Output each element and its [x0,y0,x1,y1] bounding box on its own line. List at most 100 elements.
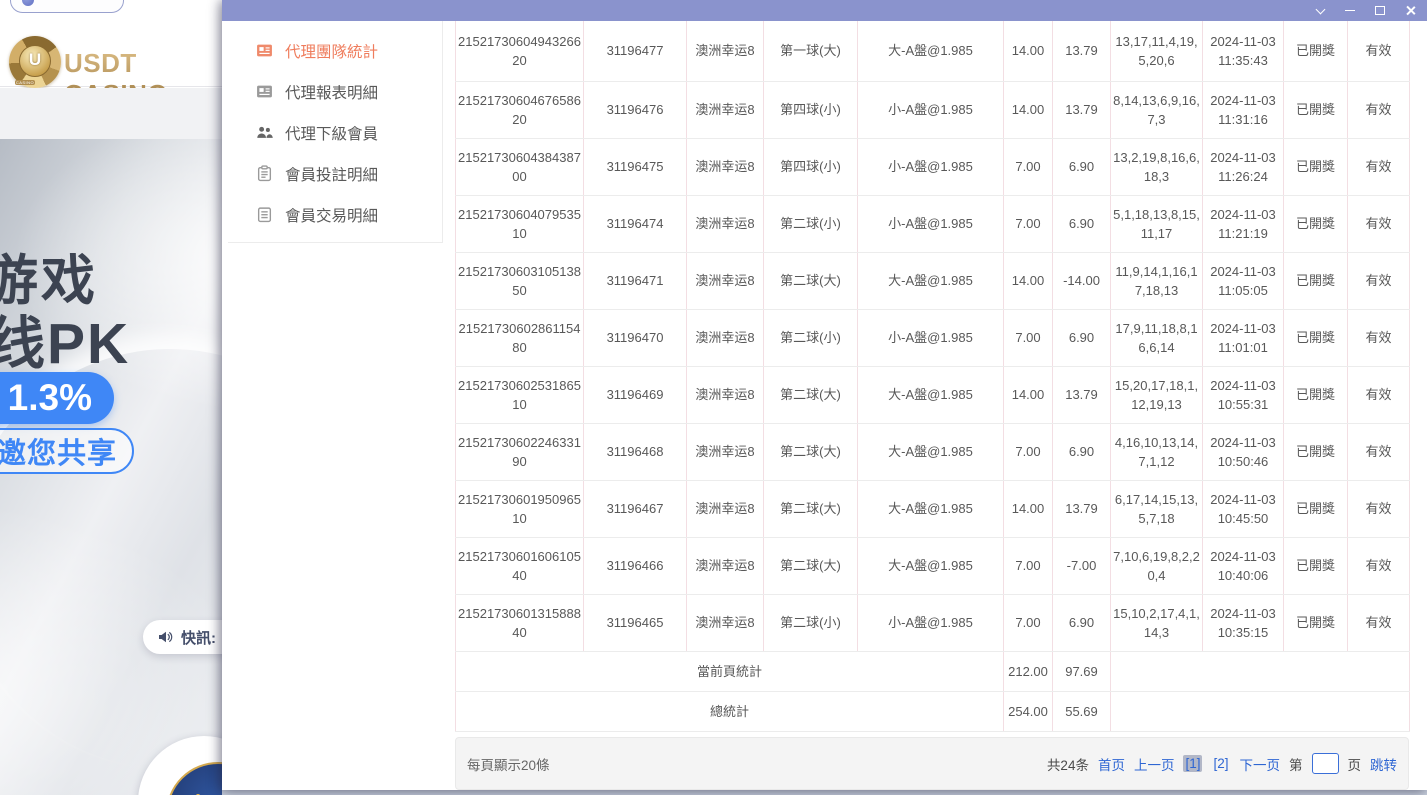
win-amount-cell: 13.79 [1052,21,1111,82]
bet-time-cell: 2024-11-03 11:21:19 [1202,195,1284,253]
play-type-cell: 第二球(大) [763,480,858,538]
game-name-cell: 澳洲幸运8 [686,537,764,595]
order-no-cell: 2152173060494326620 [455,21,584,82]
draw-status-cell: 已開獎 [1283,423,1348,481]
clipboard-icon [256,165,273,182]
member-id-cell: 31196467 [583,480,687,538]
draw-status-cell: 已開獎 [1283,252,1348,310]
win-amount-cell: 6.90 [1052,138,1111,196]
game-name-cell: 澳洲幸运8 [686,195,764,253]
table-row: 2152173060407953510 31196474 澳洲幸运8 第二球(小) 小-… [455,195,1410,253]
coin-inner: U [19,45,51,77]
member-id-cell: 31196471 [583,252,687,310]
page-jump-input[interactable] [1311,753,1339,774]
chevron-down-icon[interactable] [1309,0,1331,21]
game-name-cell: 澳洲幸运8 [686,252,764,310]
bet-amount-cell: 7.00 [1003,423,1053,481]
bet-content-cell: 小-A盤@1.985 [857,309,1004,367]
win-amount-cell: -7.00 [1052,537,1111,595]
bet-table-body: 2152173060494326620 31196477 澳洲幸运8 第一球(大) 大-… [455,21,1410,652]
sidebar-item-member-transaction-detail[interactable]: 會員交易明細 [228,194,442,235]
bet-content-cell: 大-A盤@1.985 [857,423,1004,481]
valid-status-cell: 有效 [1347,138,1410,196]
game-name-cell: 澳洲幸运8 [686,21,764,82]
sidebar-item-agent-downline-members[interactable]: 代理下級會員 [228,112,442,153]
page-link-1[interactable]: [1] [1183,755,1203,772]
jump-suffix-label: 页 [1347,757,1362,773]
table-row: 2152173060310513850 31196471 澳洲幸运8 第二球(大) 大-… [455,252,1410,310]
speaker-icon [157,629,173,645]
table-row: 2152173060253186510 31196469 澳洲幸运8 第二球(大) 大-… [455,366,1410,424]
table-row: 2152173060195096510 31196467 澳洲幸运8 第二球(大) 大-… [455,480,1410,538]
valid-status-cell: 有效 [1347,423,1410,481]
header-sub-band [0,88,222,139]
close-icon[interactable] [1399,0,1421,21]
order-no-cell: 2152173060310513850 [455,252,584,310]
bet-content-cell: 大-A盤@1.985 [857,480,1004,538]
document-icon [256,206,273,223]
jump-prefix-label: 第 [1289,757,1303,773]
report-sidebar: 代理團隊統計 代理報表明細 代理下級會員 會員投註明細 會員交易明細 [228,21,443,243]
next-page-link[interactable]: 下一页 [1240,754,1281,774]
bet-content-cell: 大-A盤@1.985 [857,21,1004,82]
total-summary-bet: 254.00 [1003,691,1053,732]
bet-content-cell: 小-A盤@1.985 [857,594,1004,652]
table-row: 2152173060467658620 31196476 澳洲幸运8 第四球(小) 小-… [455,81,1410,139]
draw-result-cell: 13,2,19,8,16,6,18,3 [1110,138,1203,196]
member-id-cell: 31196474 [583,195,687,253]
window-titlebar[interactable] [222,0,1427,21]
minimize-icon[interactable] [1339,0,1361,21]
win-amount-cell: 13.79 [1052,480,1111,538]
bet-amount-cell: 14.00 [1003,21,1053,82]
draw-result-cell: 6,17,14,15,13,5,7,18 [1110,480,1203,538]
sidebar-item-member-bet-detail[interactable]: 會員投註明細 [228,153,442,194]
game-name-cell: 澳洲幸运8 [686,423,764,481]
total-count-label: 共24条 [1046,757,1089,773]
draw-result-cell: 7,10,6,19,8,2,20,4 [1110,537,1203,595]
banner-invite-pill: 邀您共享 [0,428,134,474]
sidebar-item-agent-report-detail[interactable]: 代理報表明細 [228,71,442,112]
play-type-cell: 第二球(大) [763,537,858,595]
game-name-cell: 澳洲幸运8 [686,81,764,139]
win-amount-cell: 13.79 [1052,81,1111,139]
member-id-cell: 31196465 [583,594,687,652]
sidebar-item-label: 會員交易明細 [285,207,379,225]
bet-content-cell: 小-A盤@1.985 [857,138,1004,196]
prev-page-link[interactable]: 上一页 [1134,754,1175,774]
bet-content-cell: 大-A盤@1.985 [857,537,1004,595]
valid-status-cell: 有效 [1347,594,1410,652]
sidebar-item-agent-team-stats[interactable]: 代理團隊統計 [228,30,442,71]
page-summary-row: 當前頁統計 212.00 97.69 [455,651,1410,692]
bet-time-cell: 2024-11-03 11:26:24 [1202,138,1284,196]
bet-amount-cell: 7.00 [1003,594,1053,652]
page-size-label: 每頁顯示20條 [467,757,550,773]
table-row: 2152173060438438700 31196475 澳洲幸运8 第四球(小) 小-… [455,138,1410,196]
table-footer: 每頁顯示20條 共24条 首页 上一页 [1] [2] 下一页 第 页 跳转 [455,737,1409,790]
bet-time-cell: 2024-11-03 11:01:01 [1202,309,1284,367]
site-header: U CASINO USDT CASINO [0,15,222,109]
win-amount-cell: 6.90 [1052,309,1111,367]
page-link-2[interactable]: [2] [1211,755,1230,772]
draw-status-cell: 已開獎 [1283,81,1348,139]
sidebar-item-label: 代理下級會員 [285,125,379,143]
news-ticker-pill: 快訊: [143,620,222,654]
pagination: 共24条 首页 上一页 [1] [2] 下一页 第 页 跳转 [1047,753,1397,774]
draw-result-cell: 15,10,2,17,4,1,14,3 [1110,594,1203,652]
maximize-icon[interactable] [1369,0,1391,21]
win-amount-cell: 6.90 [1052,423,1111,481]
draw-result-cell: 17,9,11,18,8,16,6,14 [1110,309,1203,367]
ticker-label: 快訊: [181,629,216,647]
sidebar-item-label: 會員投註明細 [285,166,379,184]
jump-button[interactable]: 跳转 [1370,754,1397,774]
draw-status-cell: 已開獎 [1283,195,1348,253]
agent-report-window: 代理團隊統計 代理報表明細 代理下級會員 會員投註明細 會員交易明細 21521… [222,0,1427,790]
play-type-cell: 第一球(大) [763,21,858,82]
sidebar-item-label: 代理報表明細 [285,84,379,102]
usdt-coin-logo-icon: U CASINO [9,36,61,88]
play-type-cell: 第二球(大) [763,366,858,424]
order-no-cell: 2152173060224633190 [455,423,584,481]
page-summary-win: 97.69 [1052,651,1111,692]
member-id-cell: 31196476 [583,81,687,139]
first-page-link[interactable]: 首页 [1098,754,1125,774]
bet-amount-cell: 7.00 [1003,309,1053,367]
